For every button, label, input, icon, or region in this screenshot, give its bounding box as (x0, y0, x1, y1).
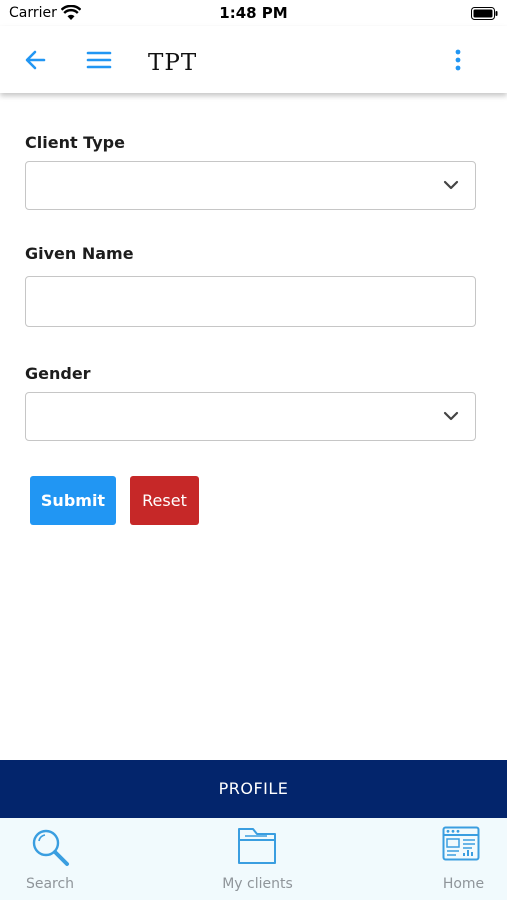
given-name-input[interactable] (25, 276, 476, 327)
gender-select[interactable] (25, 392, 476, 441)
reset-button[interactable]: Reset (130, 476, 199, 525)
tab-bar: Search My clients Home (0, 818, 507, 900)
hamburger-icon (86, 51, 112, 69)
client-type-label: Client Type (25, 133, 125, 152)
more-options-button[interactable] (446, 46, 474, 74)
arrow-left-icon (25, 50, 46, 70)
submit-button[interactable]: Submit (30, 476, 116, 525)
tab-home[interactable]: Home (420, 818, 507, 900)
chevron-down-icon (443, 411, 459, 421)
tab-my-clients[interactable]: My clients (200, 818, 315, 900)
battery-icon (471, 7, 498, 20)
status-bar: Carrier 1:48 PM (0, 0, 507, 26)
page-title: TPT (148, 50, 198, 76)
dashboard-icon (442, 826, 480, 861)
profile-label: PROFILE (218, 779, 289, 798)
more-vertical-icon (455, 49, 461, 71)
tab-search[interactable]: Search (0, 818, 100, 900)
menu-button[interactable] (85, 46, 113, 74)
profile-bar[interactable]: PROFILE (0, 760, 507, 818)
chevron-down-icon (443, 180, 459, 190)
tab-my-clients-label: My clients (222, 876, 293, 892)
tab-search-label: Search (25, 876, 75, 892)
given-name-label: Given Name (25, 244, 134, 263)
app-bar: TPT (0, 26, 507, 93)
clock: 1:48 PM (219, 4, 288, 22)
folder-icon (238, 828, 276, 864)
back-button[interactable] (22, 46, 50, 74)
gender-label: Gender (25, 364, 91, 383)
client-type-select[interactable] (25, 161, 476, 210)
tab-home-label: Home (442, 876, 485, 892)
search-icon (32, 829, 69, 866)
